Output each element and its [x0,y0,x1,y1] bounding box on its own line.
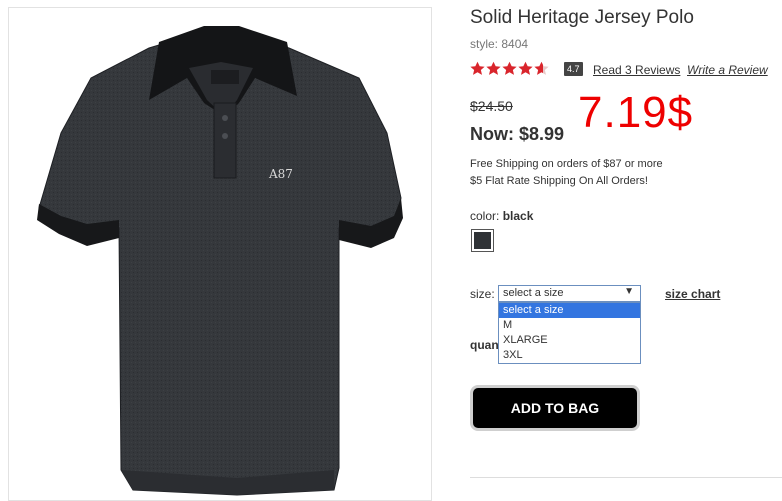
product-image-panel: A87 [8,7,432,501]
logo-mark: A87 [268,167,293,181]
size-select-value: select a size [503,287,564,299]
swatch-fill [474,232,491,249]
star-half-icon [534,61,549,75]
product-title: Solid Heritage Jersey Polo [470,7,694,28]
color-label-text: color: [470,209,500,223]
dropdown-arrow-icon: ▼ [624,286,634,297]
sale-price: Now: $8.99 [470,124,565,144]
color-value: black [502,209,534,223]
color-label: color: black [470,209,533,223]
shipping-note-free: Free Shipping on orders of $87 or more [470,158,663,170]
star-icon [502,61,517,75]
size-option[interactable]: XLARGE [499,333,640,348]
size-options-list: select a size M XLARGE 3XL [498,302,641,364]
read-reviews-link[interactable]: Read 3 Reviews [593,63,680,77]
add-to-bag-button[interactable]: ADD TO BAG [470,385,640,431]
product-info: Solid Heritage Jersey Polo style: 8404 4… [470,0,782,501]
product-image: A87 [37,26,403,496]
color-swatch-black[interactable] [471,229,494,252]
rating-badge: 4.7 [564,62,583,76]
section-divider [470,477,782,478]
shipping-note-flat: $5 Flat Rate Shipping On All Orders! [470,175,648,187]
star-icon [486,61,501,75]
size-option[interactable]: 3XL [499,348,640,363]
size-option[interactable]: select a size [499,303,640,318]
size-chart-link[interactable]: size chart [665,287,720,301]
size-select[interactable]: select a size ▼ [498,285,641,302]
size-label: size: [470,287,495,301]
add-to-bag-label: ADD TO BAG [510,400,600,416]
style-number: style: 8404 [470,37,529,51]
write-review-link[interactable]: Write a Review [687,63,768,77]
star-icon [470,61,485,75]
size-option[interactable]: M [499,318,640,333]
quantity-label: quan [470,338,499,352]
star-rating [470,61,549,78]
star-icon [518,61,533,75]
original-price: $24.50 [470,98,513,114]
annotated-price: 7.19$ [578,88,694,137]
